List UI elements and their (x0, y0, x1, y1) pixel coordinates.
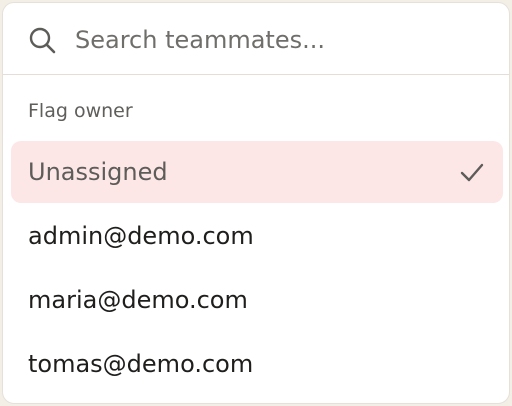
owner-picker-popover: Flag owner Unassigned admin@demo.com mar… (2, 2, 510, 404)
search-input[interactable] (75, 21, 485, 59)
option-label: maria@demo.com (28, 286, 248, 314)
option-label: admin@demo.com (28, 222, 254, 250)
search-icon (29, 27, 56, 54)
check-icon (460, 163, 484, 182)
option-label: tomas@demo.com (28, 350, 254, 378)
option-unassigned[interactable]: Unassigned (11, 141, 503, 203)
option-maria[interactable]: maria@demo.com (11, 269, 503, 331)
search-row (3, 3, 509, 75)
option-admin[interactable]: admin@demo.com (11, 205, 503, 267)
group-label: Flag owner (28, 100, 133, 122)
option-label: Unassigned (28, 158, 168, 186)
option-tomas[interactable]: tomas@demo.com (11, 333, 503, 395)
